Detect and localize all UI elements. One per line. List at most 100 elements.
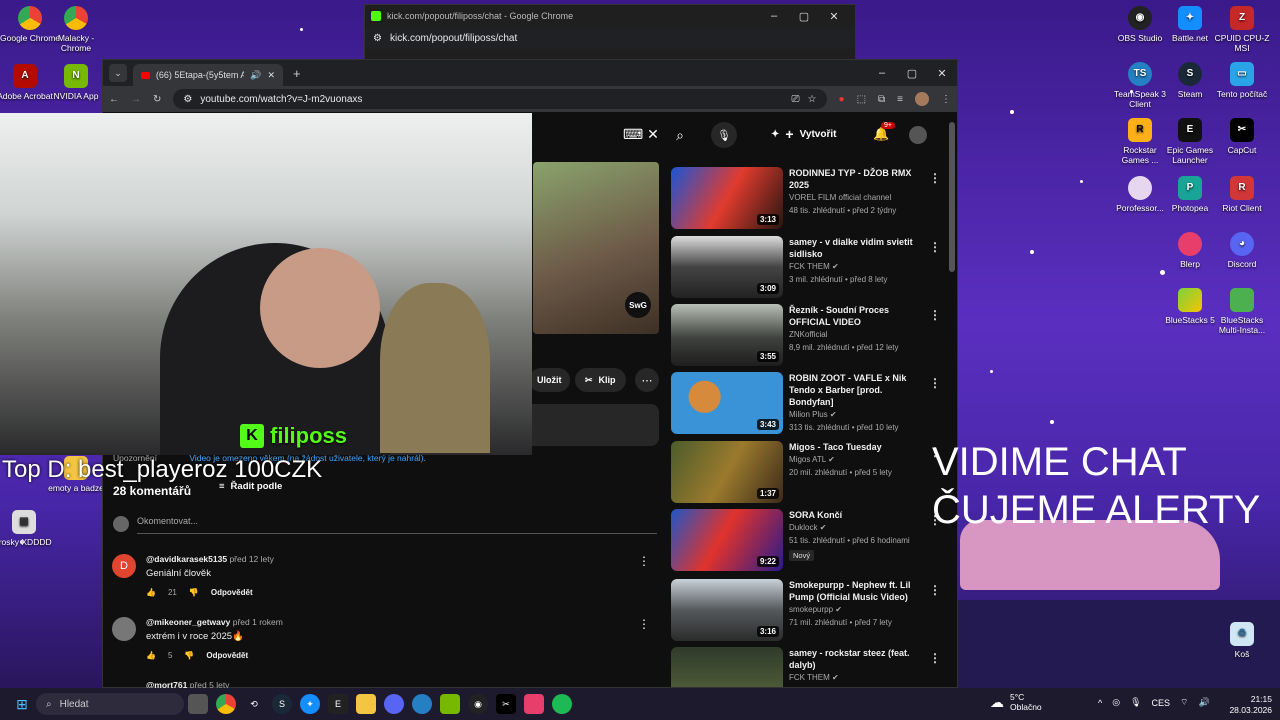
sidebar-video-3[interactable]: 3:43 ROBIN ZOOT - VAFLE x Nik Tendo x Ba…: [671, 372, 951, 434]
tab-youtube[interactable]: (66) 5Etapa-(5y5tem Aka St 🔊 ✕: [133, 64, 283, 86]
more-icon[interactable]: ⋮: [929, 376, 941, 390]
wifi-icon[interactable]: ⌔: [1180, 697, 1188, 708]
video-title[interactable]: SORA Končí: [789, 509, 929, 521]
chrome-menu-icon[interactable]: ⋮: [941, 94, 951, 105]
video-thumbnail[interactable]: 3:16: [671, 579, 783, 641]
video-title[interactable]: Smokepurpp - Nephew ft. Lil Pump (Offici…: [789, 579, 929, 603]
spotify-taskbar-icon[interactable]: [552, 694, 572, 714]
minimize-icon[interactable]: –: [759, 10, 789, 23]
video-title[interactable]: samey - v dialke vidim svietit sidlisko: [789, 236, 929, 260]
new-tab-button[interactable]: +: [293, 66, 301, 81]
desktop-icon-battlenet[interactable]: ✦ Battle.net: [1160, 6, 1220, 43]
desktop-icon-blerp[interactable]: Blerp: [1160, 232, 1220, 269]
media-icon[interactable]: ≡: [897, 94, 903, 105]
sidebar-video-2[interactable]: 3:55 Řezník - Soudní Proces OFFICIAL VID…: [671, 304, 951, 366]
cast-icon[interactable]: ⎚: [792, 94, 800, 105]
kick-chat-window[interactable]: kick.com/popout/filiposs/chat - Google C…: [364, 4, 856, 60]
desktop-icon-capcut[interactable]: ✂ CapCut: [1212, 118, 1272, 155]
reload-icon[interactable]: ↻: [153, 94, 161, 105]
forward-icon[interactable]: →: [131, 94, 141, 105]
channel-name[interactable]: VOREL FILM official channel: [789, 191, 929, 204]
audio-icon[interactable]: 🔊: [250, 70, 261, 81]
puzzle-icon[interactable]: ⧉: [878, 94, 885, 105]
desktop-icon-discord[interactable]: ◕ Discord: [1212, 232, 1272, 269]
app-taskbar-icon[interactable]: ⟲: [244, 694, 264, 714]
desktop-icon-riot[interactable]: R Riot Client: [1212, 176, 1272, 213]
reply-button[interactable]: Odpovědět: [206, 651, 248, 660]
desktop-icon-this-pc[interactable]: ▭ Tento počítač: [1212, 62, 1272, 99]
comment-more-icon[interactable]: ⋮: [638, 617, 650, 631]
more-icon[interactable]: ⋮: [929, 240, 941, 254]
desktop-icon-bluestacks-multi[interactable]: BlueStacks Multi-Insta...: [1212, 288, 1272, 335]
yt-account-avatar[interactable]: [909, 126, 927, 144]
video-title[interactable]: samey - rockstar steez (feat. dalyb): [789, 647, 929, 671]
comment-avatar[interactable]: D: [112, 554, 136, 578]
more-icon[interactable]: ⋮: [929, 651, 941, 665]
chrome-taskbar-icon[interactable]: [216, 694, 236, 714]
blerp-taskbar-icon[interactable]: [524, 694, 544, 714]
desktop-icon-nvidia[interactable]: N NVIDIA App: [46, 64, 106, 101]
desktop-icon-trosky[interactable]: ▦ trosky XDDDD: [0, 510, 54, 547]
profile-avatar[interactable]: [915, 92, 929, 106]
desktop-icon-photopea[interactable]: P Photopea: [1160, 176, 1220, 213]
desktop-icon-epic[interactable]: E Epic Games Launcher: [1160, 118, 1220, 165]
tray-chevron-icon[interactable]: ^: [1098, 698, 1102, 708]
desktop-icon-recycle-bin[interactable]: ♻ Koš: [1212, 622, 1272, 659]
clock[interactable]: 21:15 28.03.2026: [1222, 694, 1272, 716]
sidebar-video-6[interactable]: 3:16 Smokepurpp - Nephew ft. Lil Pump (O…: [671, 579, 951, 641]
back-icon[interactable]: ←: [109, 94, 119, 105]
channel-name[interactable]: smokepurpp ✔: [789, 603, 929, 616]
weather-widget[interactable]: ☁ 5°C Oblačno: [990, 692, 1042, 712]
epic-taskbar-icon[interactable]: E: [328, 694, 348, 714]
sidebar-video-1[interactable]: 3:09 samey - v dialke vidim svietit sidl…: [671, 236, 951, 298]
task-view-icon[interactable]: [188, 694, 208, 714]
capcut-taskbar-icon[interactable]: ✂: [496, 694, 516, 714]
tab-close-icon[interactable]: ✕: [267, 70, 275, 81]
channel-name[interactable]: Migos ATL ✔: [789, 453, 929, 466]
sidebar-video-4[interactable]: 1:37 Migos - Taco Tuesday Migos ATL ✔ 20 m…: [671, 441, 951, 503]
language-indicator[interactable]: CES: [1152, 698, 1171, 708]
close-icon[interactable]: ✕: [927, 67, 957, 80]
video-thumbnail[interactable]: 3:13: [671, 167, 783, 229]
more-actions-button[interactable]: ⋯: [635, 368, 659, 392]
sidebar-video-7[interactable]: samey - rockstar steez (feat. dalyb) FCK …: [671, 647, 951, 687]
voice-search-button[interactable]: 🎙: [711, 122, 737, 148]
taskbar-search[interactable]: ⌕ Hledat: [36, 693, 184, 715]
video-title[interactable]: Řezník - Soudní Proces OFFICIAL VIDEO: [789, 304, 929, 328]
maximize-icon[interactable]: ▢: [897, 67, 927, 80]
channel-name[interactable]: FCK THEM ✔: [789, 260, 929, 273]
channel-name[interactable]: Duklock ✔: [789, 521, 929, 534]
yt-create-button[interactable]: ✦ + Vytvořit: [771, 126, 836, 142]
close-icon[interactable]: ✕: [819, 10, 849, 23]
nvidia-taskbar-icon[interactable]: [440, 694, 460, 714]
more-icon[interactable]: ⋮: [929, 171, 941, 185]
yt-search-button[interactable]: ⌕: [665, 123, 695, 147]
desktop-icon-steam[interactable]: S Steam: [1160, 62, 1220, 99]
channel-name[interactable]: ZNKofficial: [789, 328, 929, 341]
discord-taskbar-icon[interactable]: [384, 694, 404, 714]
dislike-icon[interactable]: 👎: [184, 651, 194, 660]
address-bar[interactable]: ⚙ youtube.com/watch?v=J-m2vuonaxs ⎚ ☆: [173, 89, 827, 109]
battlenet-taskbar-icon[interactable]: ✦: [300, 694, 320, 714]
video-title[interactable]: ROBIN ZOOT - VAFLE x Nik Tendo x Barber …: [789, 372, 929, 408]
channel-name[interactable]: Milion Plus ✔: [789, 408, 929, 421]
page-scrollbar[interactable]: [949, 122, 955, 272]
sidebar-video-5[interactable]: 9:22 SORA Končí Duklock ✔ 51 tis. zhlédnut…: [671, 509, 951, 571]
video-thumbnail[interactable]: 3:43: [671, 372, 783, 434]
obs-taskbar-icon[interactable]: ◉: [468, 694, 488, 714]
volume-icon[interactable]: 🔊: [1199, 697, 1210, 708]
kick-url[interactable]: kick.com/popout/filiposs/chat: [390, 33, 517, 44]
video-thumbnail[interactable]: [671, 647, 783, 687]
like-icon[interactable]: 👍: [146, 588, 156, 597]
dislike-icon[interactable]: 👎: [189, 588, 199, 597]
site-info-icon[interactable]: ⚙: [373, 33, 382, 44]
mic-tray-icon[interactable]: 🎙: [1130, 697, 1141, 708]
bookmark-star-icon[interactable]: ☆: [808, 94, 817, 105]
steam-taskbar-icon[interactable]: S: [272, 694, 292, 714]
comment-input[interactable]: Okomentovat...: [137, 516, 657, 534]
comment-author[interactable]: @mort761 před 5 lety: [146, 680, 229, 688]
windows-start-icon[interactable]: ⊞: [12, 694, 32, 714]
like-icon[interactable]: 👍: [146, 651, 156, 660]
comment-author[interactable]: @davidkarasek5135 před 12 lety: [146, 554, 274, 564]
yt-search-clear[interactable]: ⌨ ✕: [623, 126, 659, 143]
